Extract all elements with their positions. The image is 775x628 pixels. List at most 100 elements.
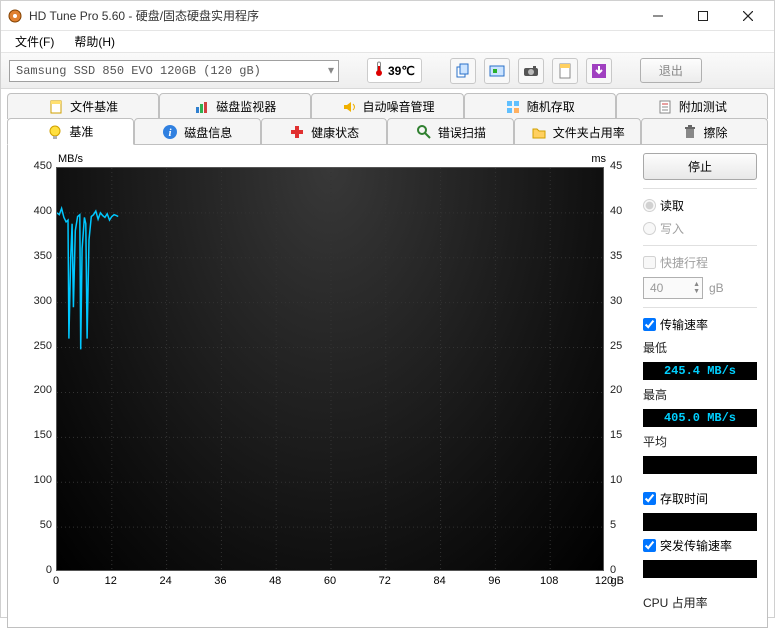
benchmark-panel: MB/s ms 450400350300250200150100500 4540… <box>7 144 768 628</box>
export-button[interactable] <box>552 58 578 84</box>
exit-button-label: 退出 <box>659 64 683 78</box>
copy-icon <box>455 63 471 79</box>
menu-file[interactable]: 文件(F) <box>5 31 64 52</box>
y2-axis-unit: ms <box>591 153 606 165</box>
screenshot-button[interactable] <box>484 58 510 84</box>
copy-button[interactable] <box>450 58 476 84</box>
x-tick-3: 36 <box>214 575 226 597</box>
read-radio-label: 读取 <box>660 197 684 214</box>
menubar: 文件(F) 帮助(H) <box>1 31 774 53</box>
access-time-check[interactable]: 存取时间 <box>643 490 757 507</box>
y2-tick-8: 5 <box>610 519 616 531</box>
tab-bottom-label-0: 基准 <box>69 123 93 140</box>
tab-top-1[interactable]: 磁盘监视器 <box>159 93 311 119</box>
window-title: HD Tune Pro 5.60 - 硬盘/固态硬盘实用程序 <box>29 7 259 24</box>
read-radio[interactable]: 读取 <box>643 197 757 214</box>
burst-rate-label: 突发传输速率 <box>660 537 732 554</box>
y2-tick-1: 40 <box>610 205 622 217</box>
burst-rate-check[interactable]: 突发传输速率 <box>643 537 757 554</box>
tab-bottom-label-3: 错误扫描 <box>438 124 486 141</box>
y-axis-unit: MB/s <box>58 153 83 165</box>
max-value: 405.0 MB/s <box>643 409 757 427</box>
write-radio[interactable]: 写入 <box>643 220 757 237</box>
transfer-rate-label: 传输速率 <box>660 316 708 333</box>
x-tick-9: 108 <box>540 575 558 597</box>
y-tick-8: 50 <box>40 519 52 531</box>
tab-bottom-1[interactable]: i磁盘信息 <box>134 118 261 145</box>
shortstroke-spinbox[interactable]: 40 ▲▼ <box>643 277 703 299</box>
exit-button[interactable]: 退出 <box>640 58 702 83</box>
tab-bottom-3[interactable]: 错误扫描 <box>387 118 514 145</box>
tab-top-0[interactable]: 文件基准 <box>7 93 159 119</box>
tab-top-label-4: 附加测试 <box>679 98 727 115</box>
tab-bottom-label-4: 文件夹占用率 <box>553 124 625 141</box>
tab-bottom-icon-2 <box>289 124 305 140</box>
y-tick-7: 100 <box>34 474 52 486</box>
x-tick-5: 60 <box>324 575 336 597</box>
y2-tick-6: 15 <box>610 429 622 441</box>
shortstroke-check[interactable]: 快捷行程 <box>643 254 757 271</box>
camera-button[interactable] <box>518 58 544 84</box>
y-tick-3: 300 <box>34 295 52 307</box>
maximize-button[interactable] <box>680 1 725 30</box>
screenshot-icon <box>489 63 505 79</box>
avg-value <box>643 456 757 474</box>
stop-button[interactable]: 停止 <box>643 153 757 180</box>
transfer-rate-check[interactable]: 传输速率 <box>643 316 757 333</box>
tab-top-icon-1 <box>194 99 210 115</box>
min-value: 245.4 MB/s <box>643 362 757 380</box>
titlebar: HD Tune Pro 5.60 - 硬盘/固态硬盘实用程序 <box>1 1 774 31</box>
access-time-value <box>643 513 757 531</box>
shortstroke-unit: gB <box>709 281 724 295</box>
y2-tick-5: 20 <box>610 384 622 396</box>
tab-top-label-0: 文件基准 <box>70 98 118 115</box>
tab-bottom-label-5: 擦除 <box>704 124 728 141</box>
tab-top-label-3: 随机存取 <box>527 98 575 115</box>
cpu-usage-label: CPU 占用率 <box>643 594 757 611</box>
toolbar: Samsung SSD 850 EVO 120GB (120 gB) ▾ 39℃… <box>1 53 774 89</box>
x-tick-7: 84 <box>433 575 445 597</box>
menu-help[interactable]: 帮助(H) <box>64 31 125 52</box>
save-button[interactable] <box>586 58 612 84</box>
close-button[interactable] <box>725 1 770 30</box>
drive-select[interactable]: Samsung SSD 850 EVO 120GB (120 gB) ▾ <box>9 60 339 82</box>
x-tick-4: 48 <box>269 575 281 597</box>
y-tick-2: 350 <box>34 250 52 262</box>
avg-label: 平均 <box>643 433 757 450</box>
shortstroke-value: 40 <box>650 281 663 295</box>
tab-bottom-icon-0 <box>47 124 63 140</box>
y-tick-5: 200 <box>34 384 52 396</box>
app-icon <box>7 8 23 24</box>
y-tick-6: 150 <box>34 429 52 441</box>
tab-top-2[interactable]: 自动噪音管理 <box>311 93 463 119</box>
chevron-down-icon: ▾ <box>328 63 334 78</box>
max-label: 最高 <box>643 386 757 403</box>
minimize-button[interactable] <box>635 1 680 30</box>
shortstroke-check-label: 快捷行程 <box>660 254 708 271</box>
y2-tick-2: 35 <box>610 250 622 262</box>
tab-bottom-icon-5 <box>682 124 698 140</box>
tab-bottom-label-1: 磁盘信息 <box>184 124 232 141</box>
access-time-label: 存取时间 <box>660 490 708 507</box>
tab-bottom-0[interactable]: 基准 <box>7 118 134 145</box>
x-tick-0: 0 <box>53 575 59 597</box>
x-tick-8: 96 <box>488 575 500 597</box>
temperature-readout: 39℃ <box>367 58 422 83</box>
export-icon <box>557 63 573 79</box>
temperature-value: 39℃ <box>388 64 415 78</box>
y-tick-9: 0 <box>46 564 52 576</box>
tab-top-icon-0 <box>48 99 64 115</box>
burst-rate-value <box>643 560 757 578</box>
tab-top-icon-3 <box>505 99 521 115</box>
tab-top-3[interactable]: 随机存取 <box>464 93 616 119</box>
tab-top-4[interactable]: 附加测试 <box>616 93 768 119</box>
tab-top-icon-4 <box>657 99 673 115</box>
tab-bottom-5[interactable]: 擦除 <box>641 118 768 145</box>
x-axis-unit: gB <box>611 575 624 587</box>
tab-top-label-1: 磁盘监视器 <box>216 98 276 115</box>
tab-bottom-2[interactable]: 健康状态 <box>261 118 388 145</box>
spin-arrows-icon: ▲▼ <box>693 281 700 295</box>
tab-bottom-4[interactable]: 文件夹占用率 <box>514 118 641 145</box>
stop-button-label: 停止 <box>688 160 712 174</box>
tab-bottom-label-2: 健康状态 <box>311 124 359 141</box>
